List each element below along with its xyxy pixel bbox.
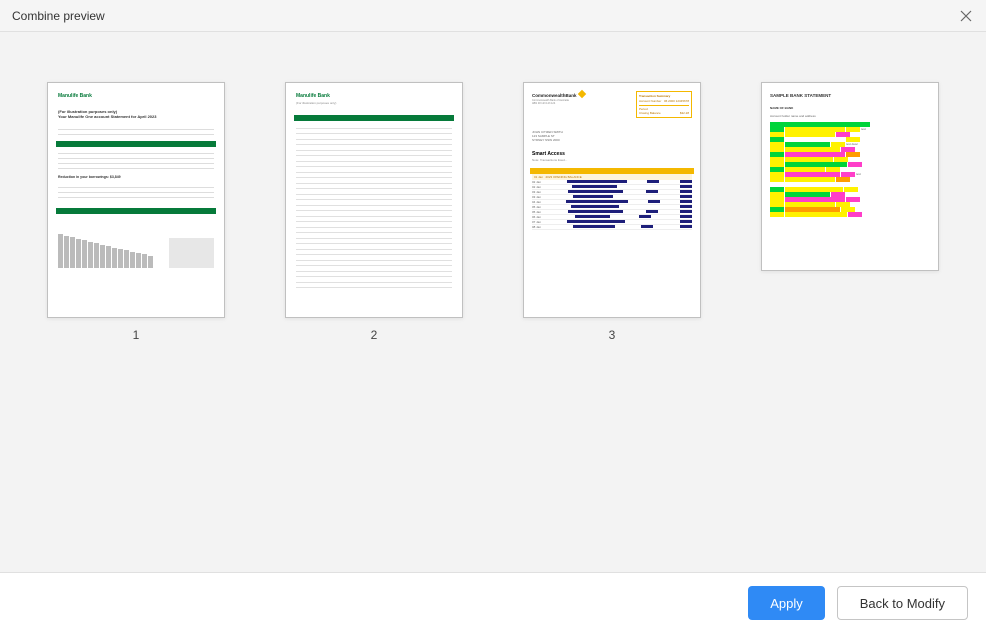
- section-bar: [294, 115, 454, 121]
- dialog-footer: Apply Back to Modify: [0, 572, 986, 633]
- thumbnail-image: CommonwealthBank Commonwealth Bank of Au…: [523, 82, 701, 318]
- close-icon: [960, 10, 972, 22]
- doc-brand: Manulife Bank: [58, 93, 214, 99]
- account-type: Smart Access: [532, 151, 692, 157]
- account-box: Transaction Summary Account Number06 200…: [636, 91, 692, 118]
- apply-button[interactable]: Apply: [748, 586, 825, 620]
- doc-brand: CommonwealthBank: [532, 93, 577, 98]
- page-number: 3: [609, 328, 616, 342]
- transaction-table: [296, 123, 452, 288]
- diamond-icon: [577, 90, 585, 98]
- preview-grid: Manulife Bank (For illustration purposes…: [0, 32, 986, 572]
- doc-brand: Manulife Bank: [296, 93, 452, 99]
- page-thumbnail-3[interactable]: CommonwealthBank Commonwealth Bank of Au…: [523, 82, 701, 342]
- section-bar: [56, 208, 216, 214]
- thumbnail-image: Manulife Bank (For illustration purposes…: [47, 82, 225, 318]
- thumbnail-image: SAMPLE BANK STATEMENT NAME OF BANK Accou…: [761, 82, 939, 271]
- address-block: JOHN CITIZEN SMITH123 SAMPLE STSYDNEY NS…: [532, 130, 692, 143]
- dialog-title: Combine preview: [12, 9, 105, 23]
- page-number: 2: [371, 328, 378, 342]
- page-thumbnail-1[interactable]: Manulife Bank (For illustration purposes…: [47, 82, 225, 342]
- doc-title: SAMPLE BANK STATEMENT: [770, 93, 930, 98]
- dialog-header: Combine preview: [0, 0, 986, 32]
- section-bar: [56, 141, 216, 147]
- page-thumbnail-4[interactable]: SAMPLE BANK STATEMENT NAME OF BANK Accou…: [761, 82, 939, 342]
- highlighted-table: text text desc text: [770, 127, 930, 217]
- doc-subtitle: NAME OF BANK: [770, 106, 930, 110]
- back-to-modify-button[interactable]: Back to Modify: [837, 586, 968, 620]
- page-number: 1: [133, 328, 140, 342]
- page-thumbnail-2[interactable]: Manulife Bank (For illustration purposes…: [285, 82, 463, 342]
- transaction-table: 02 Jan 02 Jan 03 Jan 03 Jan 04 Jan 05 Ja…: [532, 180, 692, 230]
- progress-chart: [58, 228, 214, 268]
- thumbnail-image: Manulife Bank (For illustration purposes…: [285, 82, 463, 318]
- close-button[interactable]: [958, 8, 974, 24]
